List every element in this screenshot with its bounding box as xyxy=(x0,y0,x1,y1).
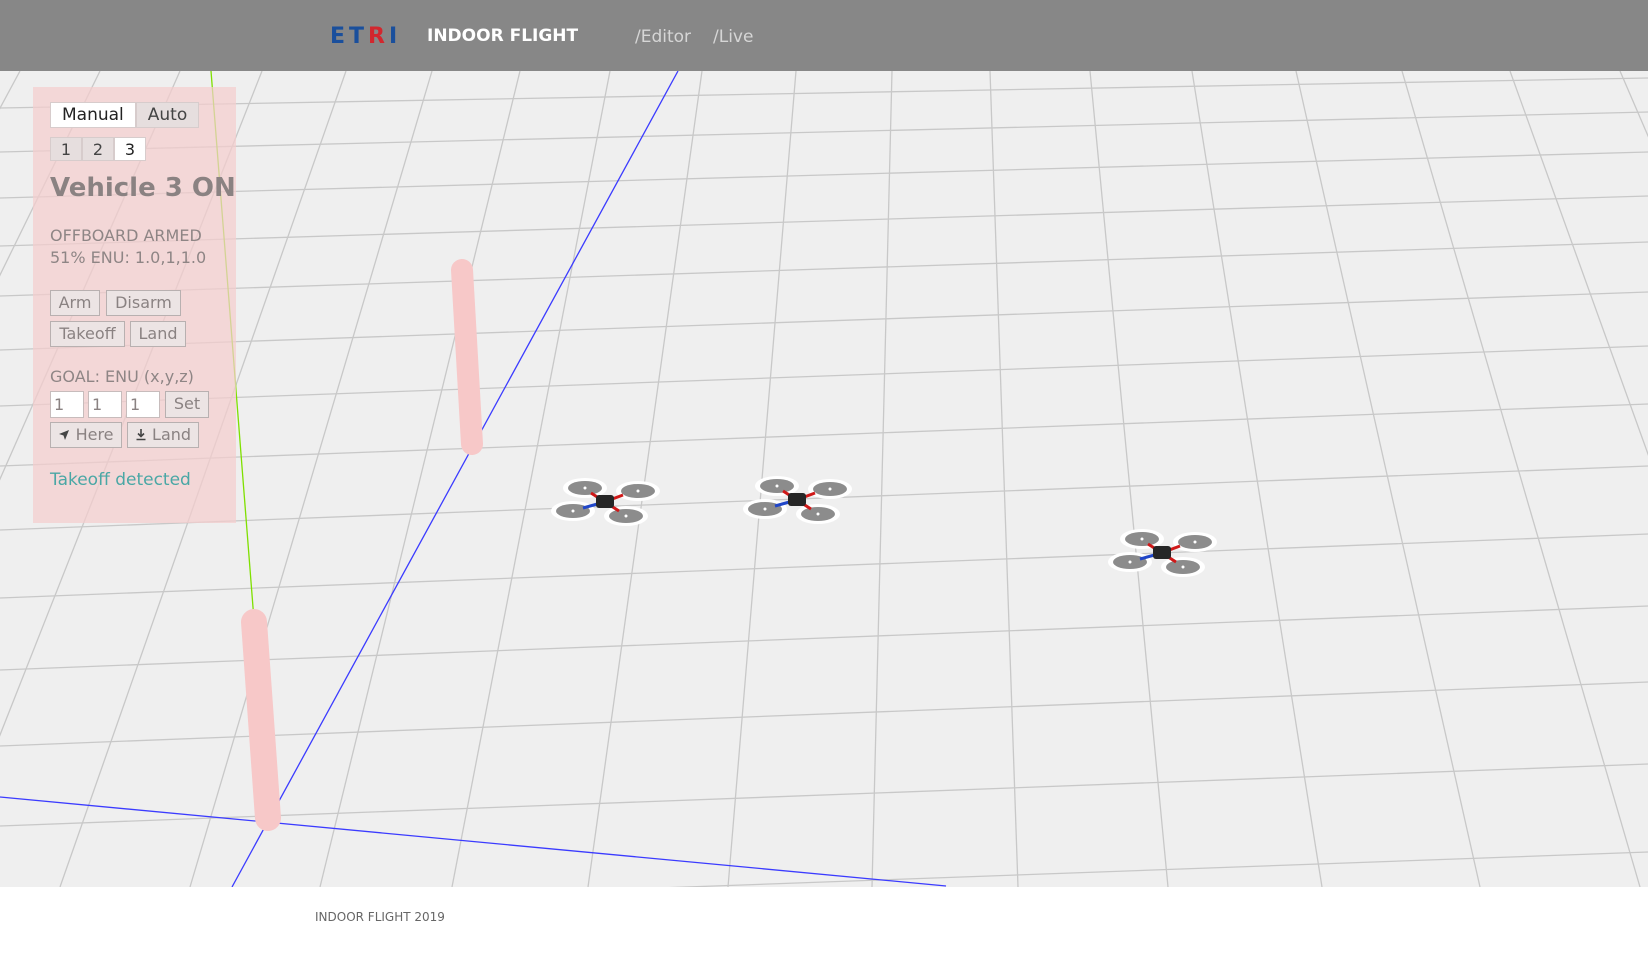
arm-button[interactable]: Arm xyxy=(50,290,100,316)
flight-scene-viewport[interactable] xyxy=(0,71,1648,887)
takeoff-button[interactable]: Takeoff xyxy=(50,321,125,347)
nav-link-editor[interactable]: /Editor xyxy=(635,25,691,49)
grid-line-v xyxy=(0,71,21,110)
position-status: 51% ENU: 1.0,1,1.0 xyxy=(50,248,207,267)
floor-grid xyxy=(0,71,1648,887)
status-message: Takeoff detected xyxy=(50,470,191,490)
drones xyxy=(551,476,1217,577)
x-axis-line xyxy=(0,796,947,887)
grid-line-v xyxy=(989,71,1019,887)
mode-tabs: Manual Auto xyxy=(50,102,200,128)
goal-z-input[interactable] xyxy=(126,391,160,418)
disarm-button[interactable]: Disarm xyxy=(106,290,181,316)
goal-y-input[interactable] xyxy=(88,391,122,418)
set-goal-button[interactable]: Set xyxy=(165,391,209,418)
drone-2 xyxy=(743,476,852,524)
grid-line-h xyxy=(668,851,1648,887)
logo-part-3: I xyxy=(389,24,402,49)
tab-vehicle-3[interactable]: 3 xyxy=(114,137,146,161)
grid-line-h xyxy=(0,241,1648,297)
here-button[interactable]: Here xyxy=(50,422,122,448)
grid-line-h xyxy=(0,403,1648,467)
goal-land-button[interactable]: Land xyxy=(127,422,199,448)
here-label: Here xyxy=(75,425,114,444)
etri-logo[interactable]: ETRI xyxy=(330,24,401,50)
obstacle-pillar-1 xyxy=(451,259,483,455)
y-axis-line xyxy=(231,71,679,887)
grid-line-h xyxy=(0,151,1648,199)
goal-x-input[interactable] xyxy=(50,391,84,418)
obstacle-pillar-2 xyxy=(241,609,281,831)
logo-part-1: ET xyxy=(330,24,369,49)
grid-line-v xyxy=(319,71,521,887)
grid-line-h xyxy=(0,291,1648,351)
grid-line-v xyxy=(1089,71,1169,887)
nav-link-live[interactable]: /Live xyxy=(713,25,753,49)
tab-auto[interactable]: Auto xyxy=(135,102,200,128)
grid-line-h xyxy=(0,77,1648,109)
app-title[interactable]: INDOOR FLIGHT xyxy=(427,24,578,48)
logo-part-2: R xyxy=(368,24,389,49)
grid-line-h xyxy=(0,533,1648,599)
tab-manual[interactable]: Manual xyxy=(50,102,136,128)
location-arrow-icon xyxy=(59,430,70,440)
land-button[interactable]: Land xyxy=(130,321,186,347)
drone-3 xyxy=(1108,529,1217,577)
grid-line-v xyxy=(1401,71,1641,887)
grid-line-h xyxy=(0,195,1648,247)
grid-line-v xyxy=(587,71,703,887)
goal-label: GOAL: ENU (x,y,z) xyxy=(50,367,194,386)
tab-vehicle-2[interactable]: 2 xyxy=(82,137,114,161)
footer-text: INDOOR FLIGHT 2019 xyxy=(315,910,445,924)
obstacles xyxy=(241,259,483,831)
grid-line-h xyxy=(0,111,1648,153)
vehicle-control-panel: Manual Auto 1 2 3 Vehicle 3 ON OFFBOARD … xyxy=(33,87,236,523)
mode-status: OFFBOARD ARMED xyxy=(50,226,202,245)
vehicle-title: Vehicle 3 ON xyxy=(50,173,236,203)
download-icon xyxy=(136,429,146,441)
grid-line-h xyxy=(0,763,1648,827)
top-navbar: ETRI INDOOR FLIGHT /Editor /Live xyxy=(0,0,1648,72)
goal-land-label: Land xyxy=(152,425,192,444)
tab-vehicle-1[interactable]: 1 xyxy=(50,137,82,161)
vehicle-tabs: 1 2 3 xyxy=(50,137,146,161)
grid-line-v xyxy=(871,71,893,887)
grid-line-h xyxy=(0,345,1648,407)
scene-canvas xyxy=(0,71,1648,887)
drone-1 xyxy=(551,478,660,526)
